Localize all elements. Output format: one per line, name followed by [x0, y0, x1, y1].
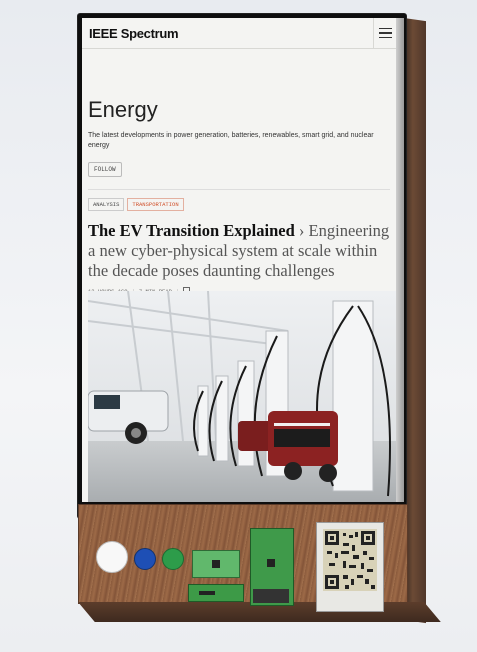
site-logo[interactable]: IEEE Spectrum	[89, 26, 179, 41]
tag-transportation[interactable]: TRANSPORTATION	[127, 198, 184, 211]
page-title: Energy	[88, 97, 158, 122]
page-description: The latest developments in power generat…	[88, 132, 374, 149]
article-title[interactable]: The EV Transition Explained	[88, 221, 295, 240]
green-button[interactable]	[162, 548, 184, 570]
device-mockup: IEEE Spectrum Energy The latest developm…	[0, 0, 477, 652]
follow-button[interactable]: FOLLOW	[88, 162, 122, 177]
white-button[interactable]	[96, 541, 128, 573]
article-headline[interactable]: The EV Transition Explained › Engineerin…	[88, 221, 390, 281]
qr-code-card[interactable]	[316, 522, 384, 612]
blue-button[interactable]	[134, 548, 156, 570]
display-edge	[396, 18, 404, 502]
article-photo[interactable]	[88, 291, 396, 502]
circuit-board-small	[192, 550, 240, 578]
display-screen: IEEE Spectrum Energy The latest developm…	[82, 18, 396, 502]
hamburger-menu-icon[interactable]	[373, 18, 396, 48]
article-tags: ANALYSIS TRANSPORTATION	[88, 198, 396, 211]
site-header: IEEE Spectrum	[82, 18, 396, 49]
qr-code-icon	[323, 529, 377, 591]
circuit-board-tall	[250, 528, 294, 606]
circuit-board-strip	[188, 584, 244, 602]
tag-analysis[interactable]: ANALYSIS	[88, 198, 125, 211]
divider	[88, 189, 390, 190]
